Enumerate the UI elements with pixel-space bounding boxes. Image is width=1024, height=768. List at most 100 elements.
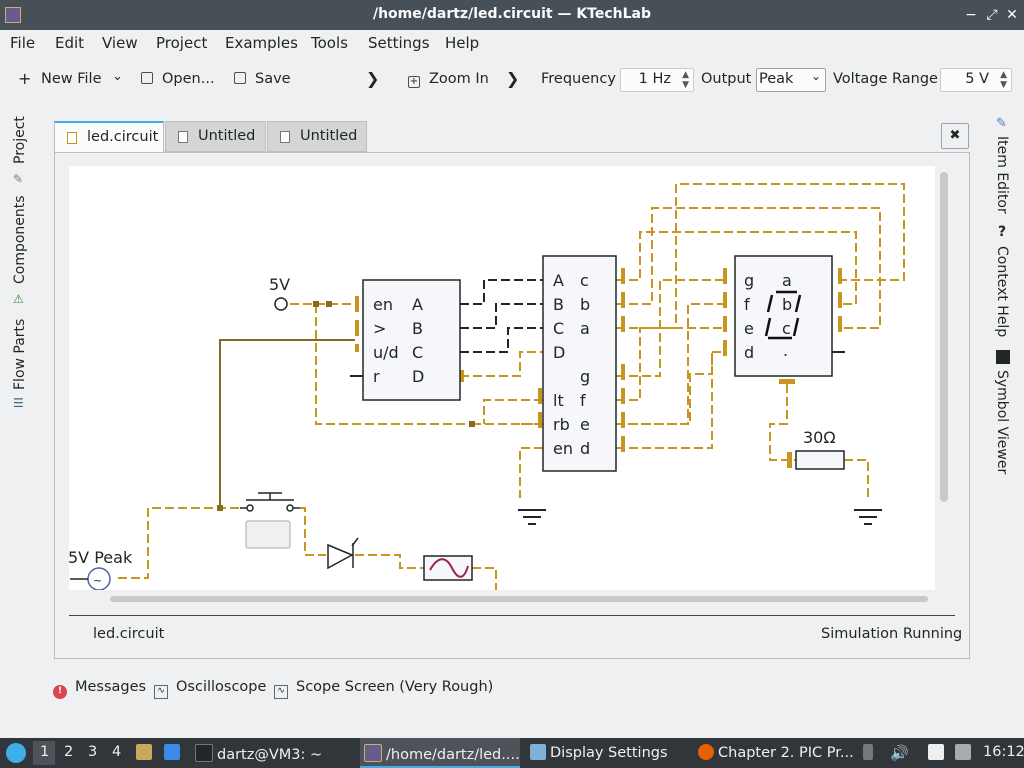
resistor[interactable] [795,450,845,470]
supply-label: 5V [269,275,290,294]
start-menu-icon[interactable] [6,743,26,763]
task-terminal-label: dartz@VM3: ~ [217,747,323,763]
title-bar: /home/dartz/led.circuit — KTechLab − ⤢ ✕ [0,0,1024,30]
frequency-value: 1 Hz [638,71,671,87]
dock-tab-flow-parts-label: Flow Parts [12,318,28,390]
menu-examples[interactable]: Examples [225,34,298,52]
close-tab-button[interactable]: ✖ [941,123,969,149]
close-tab-icon: ✖ [949,128,961,143]
bottom-tab-oscilloscope-label: Oscilloscope [176,679,267,695]
zoom-in-button[interactable]: + Zoom In [408,71,489,88]
ktechlab-icon [364,744,382,762]
task-terminal[interactable]: dartz@VM3: ~ [195,744,322,763]
counter-pin-clk: > [373,319,386,338]
horizontal-scrollbar[interactable] [110,596,928,602]
spin-arrows-icon[interactable]: ▲ ▼ [1000,70,1007,90]
display-pin-d: d [744,343,754,362]
workspace-2[interactable]: 2 [64,744,73,760]
open-button[interactable]: Open... [141,71,215,87]
zoom-in-icon: + [408,76,420,88]
segment-c: c [782,319,791,338]
task-firefox-label: Chapter 2. PIC Pr... [718,745,854,761]
components-icon: ⚠ [13,292,24,306]
close-icon[interactable]: ✕ [1003,5,1021,25]
tab-untitled-1[interactable]: Untitled [165,121,266,152]
dock-tab-context-help[interactable]: Context Help [994,246,1010,337]
dock-tab-components[interactable]: Components [12,195,28,284]
voltage-value: 5 V [965,71,989,87]
file-manager-icon[interactable] [136,744,156,761]
frequency-spinbox[interactable]: 1 Hz ▲ ▼ [620,68,694,92]
workspace-4[interactable]: 4 [112,744,121,760]
tab-untitled-2[interactable]: Untitled [267,121,367,152]
menu-project[interactable]: Project [156,34,207,52]
menu-view[interactable]: View [102,34,138,52]
data-wires [460,279,543,353]
status-simulation: Simulation Running [821,626,963,642]
vertical-scrollbar[interactable] [940,172,948,502]
save-icon [234,72,246,84]
task-ktechlab[interactable]: /home/dartz/led.... [364,744,520,763]
counter-pin-b: B [412,319,423,338]
maximize-icon[interactable]: ⤢ [983,5,1001,25]
source-label: 5V Peak [69,548,133,567]
switch-button[interactable] [245,520,291,549]
terminal-icon [195,744,213,762]
decoder-pin-lt: lt [553,391,564,410]
dock-tab-symbol-viewer-label: Symbol Viewer [994,370,1010,475]
menu-help[interactable]: Help [445,34,479,52]
supply-terminal[interactable] [274,297,288,311]
display-icon [530,744,546,760]
segment-b: b [782,295,792,314]
dock-tab-project-label: Project [12,116,28,164]
clipboard-tray-icon[interactable] [863,744,877,761]
menu-settings[interactable]: Settings [368,34,430,52]
task-firefox[interactable]: Chapter 2. PIC Pr... [698,744,854,761]
context-help-icon: ? [998,224,1007,240]
voltage-spinbox[interactable]: 5 V ▲ ▼ [940,68,1012,92]
open-icon [141,72,153,84]
save-button[interactable]: Save [234,71,291,87]
push-switch[interactable] [240,492,300,512]
bottom-tab-oscilloscope[interactable]: ∿ Oscilloscope [154,679,266,699]
output-select[interactable]: Peak ⌄ [756,68,826,92]
dock-tab-symbol-viewer[interactable]: Symbol Viewer [994,370,1010,474]
bottom-tab-scope-screen[interactable]: ∿ Scope Screen (Very Rough) [274,679,493,699]
dock-tab-components-label: Components [12,195,28,284]
menu-edit[interactable]: Edit [55,34,84,52]
network-icon[interactable] [955,744,975,761]
ground-symbols [518,509,882,525]
counter-pin-r: r [373,367,380,386]
bottom-tab-messages-label: Messages [75,679,147,695]
decoder-pin-d-in: D [553,343,565,362]
toolbar-more-icon[interactable]: ❯ [366,69,379,88]
counter-pin-c: C [412,343,423,362]
clock[interactable]: 16:12 [983,744,1024,760]
circuit-canvas[interactable]: 5V en > u/d r A B C D A B C D lt rb en c… [69,166,935,590]
volume-icon[interactable]: 🔊 [890,744,909,762]
open-label: Open... [162,71,215,87]
new-file-button[interactable]: + New File [18,71,102,88]
toolbar-more-icon-2[interactable]: ❯ [506,69,519,88]
show-desktop-icon[interactable] [164,744,184,761]
taskbar: 1 2 3 4 dartz@VM3: ~ /home/dartz/led....… [0,738,1024,768]
decoder-pin-c-out: c [580,271,589,290]
window-title: /home/dartz/led.circuit — KTechLab [372,6,652,22]
bottom-tab-messages[interactable]: ! Messages [53,679,146,699]
decoder-pin-a-out: a [580,319,590,338]
tab-led-circuit[interactable]: led.circuit [54,121,164,152]
dock-tab-project[interactable]: Project [12,116,28,164]
counter-pin-a: A [412,295,423,314]
task-display-settings[interactable]: Display Settings [530,744,668,761]
workspace-1[interactable]: 1 [40,744,49,760]
dock-tab-item-editor[interactable]: Item Editor [994,136,1010,214]
spin-arrows-icon[interactable]: ▲ ▼ [682,70,689,90]
new-file-dropdown-icon[interactable]: ⌄ [112,69,123,84]
led[interactable] [327,537,359,570]
menu-tools[interactable]: Tools [311,34,348,52]
menu-file[interactable]: File [10,34,35,52]
workspace-3[interactable]: 3 [88,744,97,760]
minimize-icon[interactable]: − [962,5,980,25]
notes-tray-icon[interactable] [928,744,948,761]
dock-tab-flow-parts[interactable]: Flow Parts [12,319,28,390]
